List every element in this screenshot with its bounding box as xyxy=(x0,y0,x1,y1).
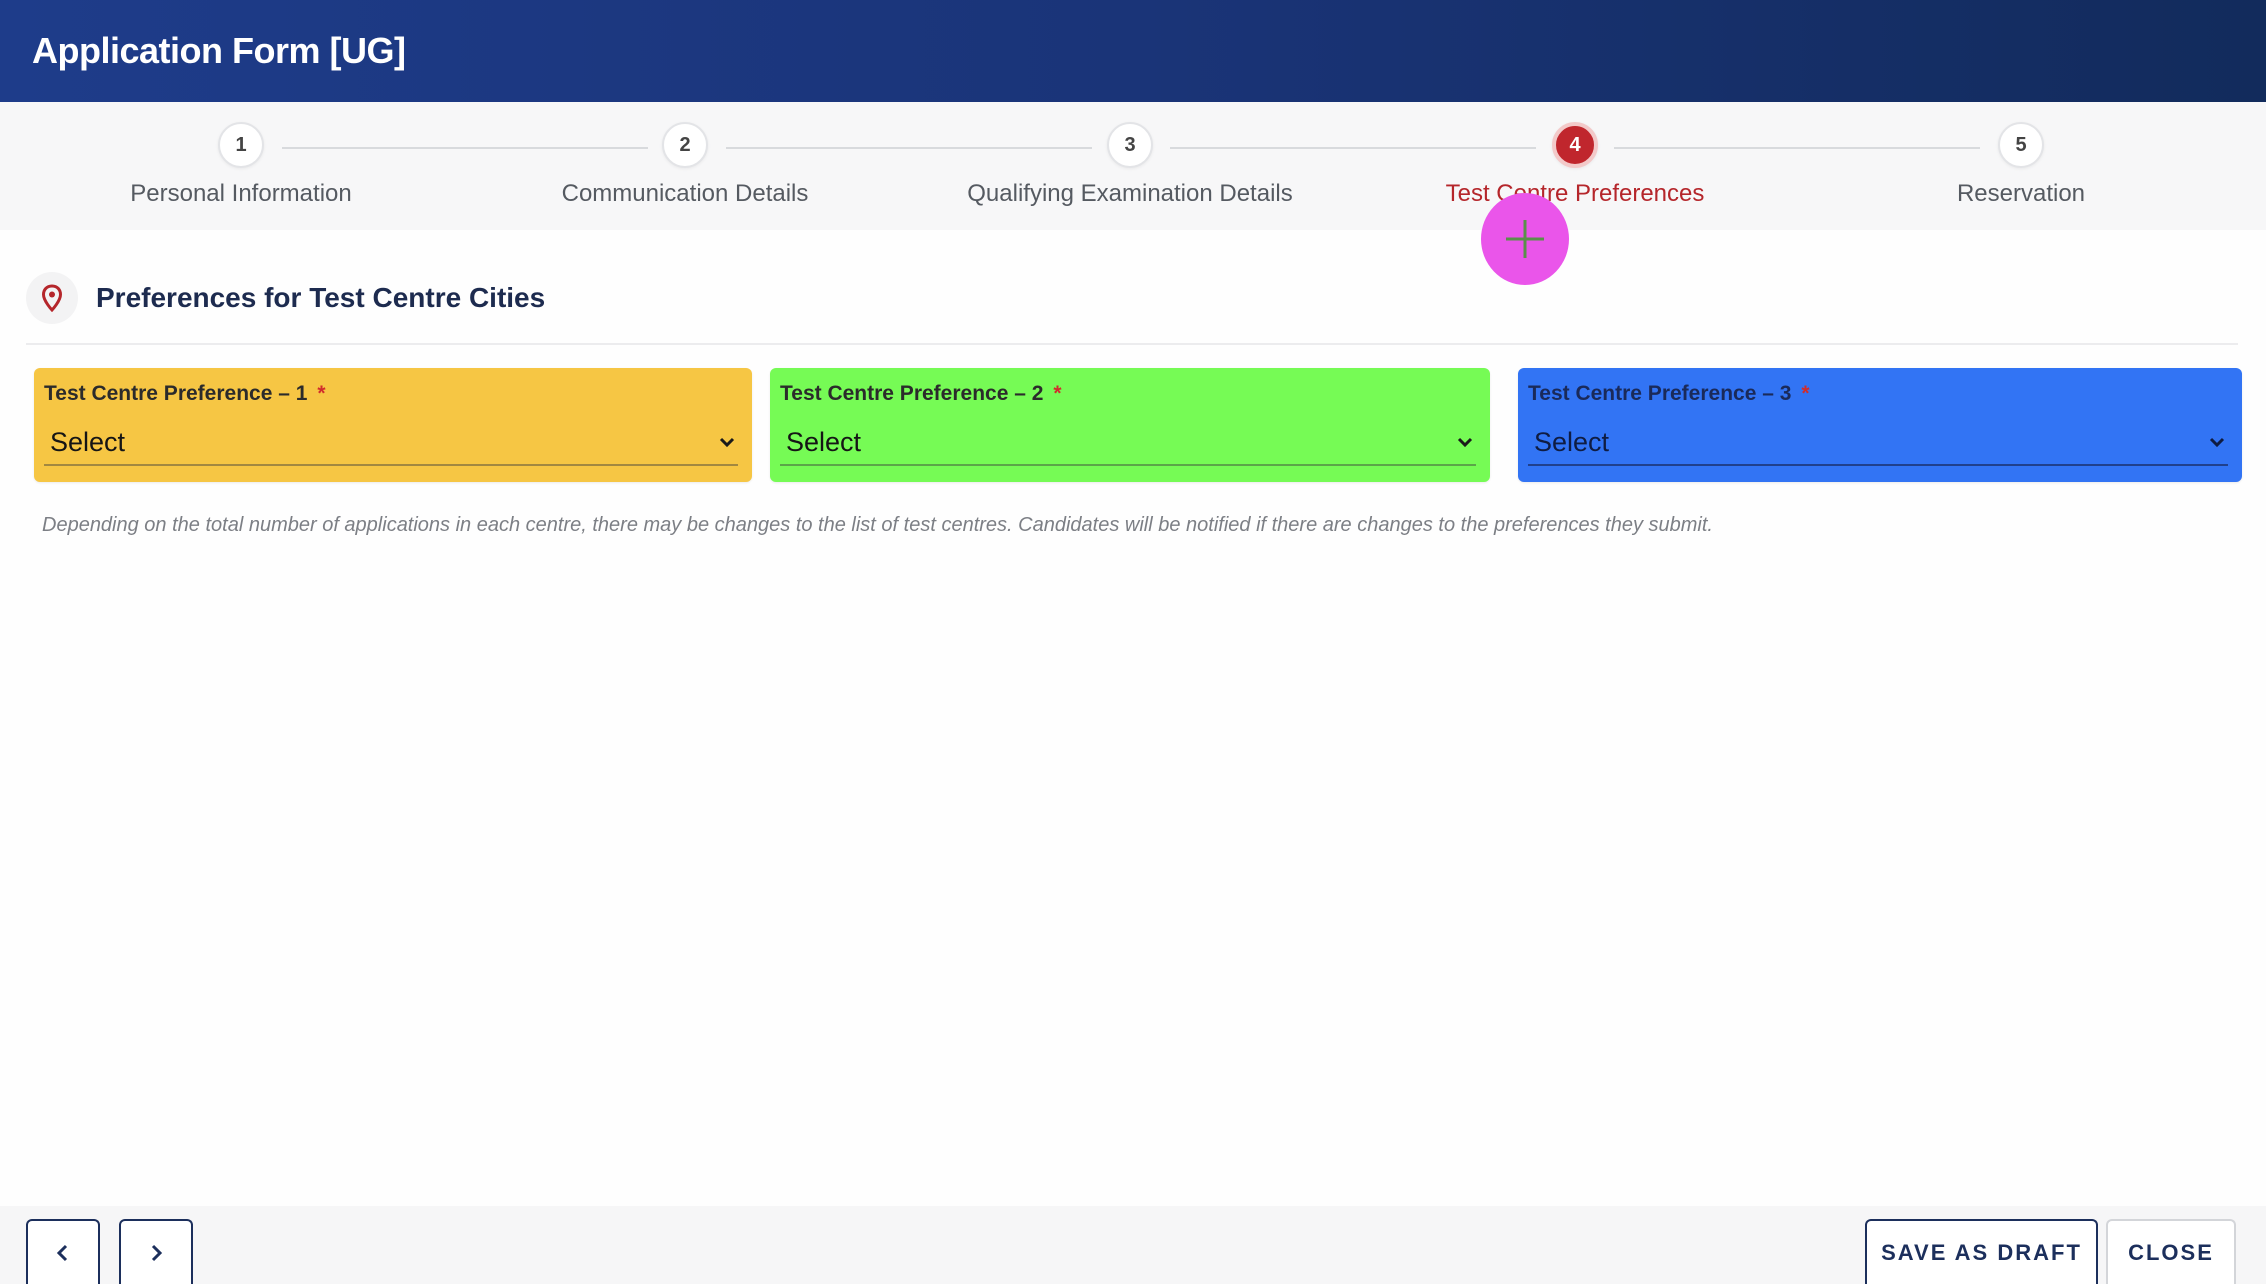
step-number: 5 xyxy=(1998,122,2044,168)
cursor-click-indicator xyxy=(1481,193,1569,285)
chevron-down-icon xyxy=(719,437,735,448)
field-label: Test Centre Preference – 2 * xyxy=(780,382,1478,406)
chevron-down-icon xyxy=(2209,437,2225,448)
preference-3-select[interactable]: Select xyxy=(1528,420,2228,466)
step-reservation[interactable]: 5 Reservation xyxy=(1811,122,2231,208)
step-number: 2 xyxy=(662,122,708,168)
preference-2-select[interactable]: Select xyxy=(780,420,1476,466)
next-button[interactable] xyxy=(119,1219,193,1284)
save-as-draft-button[interactable]: SAVE AS DRAFT xyxy=(1865,1219,2098,1284)
step-number: 1 xyxy=(218,122,264,168)
chevron-right-icon xyxy=(151,1244,163,1261)
field-label: Test Centre Preference – 3 * xyxy=(1528,382,2230,406)
page-title: Application Form [UG] xyxy=(32,30,406,71)
step-communication-details[interactable]: 2 Communication Details xyxy=(475,122,895,208)
test-centre-preference-3: Test Centre Preference – 3 * Select xyxy=(1518,368,2242,482)
required-marker: * xyxy=(1801,382,1810,405)
app-header: Application Form [UG] xyxy=(0,0,2266,102)
field-label-text: Test Centre Preference – 3 xyxy=(1528,382,1792,405)
test-centre-preference-2: Test Centre Preference – 2 * Select xyxy=(770,368,1490,482)
field-label-text: Test Centre Preference – 1 xyxy=(44,382,308,405)
step-label: Personal Information xyxy=(130,180,352,207)
application-form-window: Application Form [UG] 1 Personal Informa… xyxy=(0,0,2266,1284)
step-qualifying-examination-details[interactable]: 3 Qualifying Examination Details xyxy=(920,122,1340,208)
required-marker: * xyxy=(317,382,326,405)
preference-1-select[interactable]: Select xyxy=(44,420,738,466)
field-label: Test Centre Preference – 1 * xyxy=(44,382,740,406)
step-test-centre-preferences[interactable]: 4 Test Centre Preferences xyxy=(1365,122,1785,208)
field-label-text: Test Centre Preference – 2 xyxy=(780,382,1044,405)
select-value: Select xyxy=(50,426,126,457)
required-marker: * xyxy=(1053,382,1062,405)
select-value: Select xyxy=(1534,426,1610,457)
step-number: 4 xyxy=(1552,122,1598,168)
step-label: Test Centre Preferences xyxy=(1445,180,1705,207)
section-header: Preferences for Test Centre Cities xyxy=(26,268,545,328)
plus-icon xyxy=(1506,220,1544,258)
step-label: Qualifying Examination Details xyxy=(967,180,1293,207)
select-value: Select xyxy=(786,426,862,457)
close-button[interactable]: CLOSE xyxy=(2106,1219,2236,1284)
chevron-left-icon xyxy=(56,1244,68,1261)
step-personal-information[interactable]: 1 Personal Information xyxy=(31,122,451,208)
section-title: Preferences for Test Centre Cities xyxy=(96,282,546,313)
step-number: 3 xyxy=(1107,122,1153,168)
test-centre-preference-1: Test Centre Preference – 1 * Select xyxy=(34,368,752,482)
step-label: Communication Details xyxy=(561,180,809,207)
step-label: Reservation xyxy=(1956,180,2086,207)
divider xyxy=(26,343,2238,345)
disclaimer-note: Depending on the total number of applica… xyxy=(42,514,1713,536)
chevron-down-icon xyxy=(1457,437,1473,448)
map-pin-icon xyxy=(26,272,78,324)
previous-button[interactable] xyxy=(26,1219,100,1284)
